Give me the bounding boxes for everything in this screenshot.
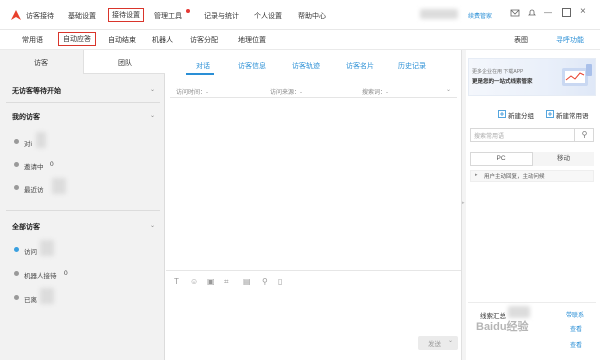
bell-icon[interactable]: [527, 8, 537, 18]
sub-auto-end[interactable]: 自动结束: [108, 35, 136, 45]
minimize-icon[interactable]: —: [544, 8, 552, 17]
left-visitor-panel: [0, 50, 165, 360]
collapse-arrow-icon[interactable]: ▸: [462, 200, 465, 206]
section-my-visitors: 我的访客: [12, 114, 40, 121]
tab-conversation[interactable]: 对话: [196, 61, 210, 71]
app-logo-icon: [11, 10, 21, 20]
bottom-link-3[interactable]: 查看: [570, 340, 582, 349]
left-status-icon: [14, 295, 19, 300]
sub-auto-reply[interactable]: 自动应答: [58, 32, 96, 46]
my-visitors-inviting[interactable]: 邀请中: [24, 161, 44, 171]
bottom-link[interactable]: 带联系: [566, 310, 584, 319]
menu-records-stats[interactable]: 记录与统计: [204, 11, 239, 21]
user-name-blurred: [420, 9, 458, 19]
close-icon[interactable]: ×: [580, 6, 586, 17]
banner-line1: 更多企业在用 下载APP: [472, 69, 524, 75]
sub-common-phrases[interactable]: 常用语: [22, 35, 43, 45]
all-visitors-robot[interactable]: 机器人接待: [24, 270, 57, 280]
search-placeholder: 搜索常用语: [474, 134, 505, 140]
banner-line2: 更是您的一站式线索管家: [472, 79, 533, 85]
inviting-count: 0: [50, 161, 54, 168]
active-tab-underline: [186, 73, 214, 75]
menu-management-tools[interactable]: 管理工具: [154, 11, 182, 21]
tab-visitor-card[interactable]: 访客名片: [346, 61, 374, 71]
recent-status-icon: [14, 185, 19, 190]
tab-history[interactable]: 历史记录: [398, 61, 426, 71]
send-label: 发送: [428, 341, 441, 348]
file-icon[interactable]: ▤: [243, 277, 251, 286]
chevron-down-icon[interactable]: ⌄: [150, 112, 155, 119]
promo-illustration-icon: [562, 64, 592, 86]
text-icon[interactable]: T: [174, 277, 179, 286]
blurred-count: [40, 240, 54, 256]
menu-personal-settings[interactable]: 个人设置: [254, 11, 282, 21]
my-visitors-recent[interactable]: 最近访: [24, 184, 44, 194]
my-visitors-chatting[interactable]: 对i: [24, 138, 32, 148]
blurred-count: [52, 178, 66, 194]
chevron-down-icon[interactable]: ⌄: [150, 86, 155, 93]
blurred-count: [36, 132, 46, 148]
voice-icon[interactable]: ▯: [278, 277, 282, 286]
menu-visitor-reception[interactable]: 访客接待: [26, 11, 54, 21]
field-visit-source: 访问来源：-: [270, 90, 302, 96]
blurred-value: [508, 306, 530, 318]
emoji-icon[interactable]: ☺: [190, 277, 198, 286]
bottom-link-2[interactable]: 查看: [570, 324, 582, 333]
section-divider: [6, 102, 160, 103]
phrase-group-label: 用户主动回复，主动问候: [484, 174, 545, 180]
send-options-icon[interactable]: ⌄: [448, 337, 453, 344]
field-search-term: 搜索词：-: [362, 90, 388, 96]
location-icon[interactable]: ⚲: [262, 277, 268, 286]
maximize-icon[interactable]: [562, 8, 571, 17]
sub-robot[interactable]: 机器人: [152, 35, 173, 45]
section-waiting: 无访客等待开始: [12, 88, 61, 95]
visiting-status-icon: [14, 247, 19, 252]
tab-pc[interactable]: PC: [470, 152, 532, 166]
field-visit-time: 访问时间：-: [176, 90, 208, 96]
expand-arrow-icon: ▸: [475, 172, 478, 178]
new-phrase-icon: [546, 110, 554, 118]
chevron-down-icon[interactable]: ⌄: [150, 222, 155, 229]
new-group-button[interactable]: 新建分组: [508, 110, 534, 120]
all-visitors-left[interactable]: 已离: [24, 294, 37, 304]
tab-mobile[interactable]: 移动: [532, 152, 594, 166]
menu-help-center[interactable]: 帮助中心: [298, 11, 326, 21]
sub-right-chart[interactable]: 表图: [514, 35, 528, 45]
blurred-count: [40, 288, 54, 304]
section-all-visitors: 全部访客: [12, 224, 40, 231]
all-visitors-visiting[interactable]: 访问: [24, 246, 37, 256]
image-icon[interactable]: ▣: [207, 277, 215, 286]
tab-visitor-trail[interactable]: 访客轨迹: [292, 61, 320, 71]
new-phrase-button[interactable]: 新建常用语: [556, 110, 589, 120]
menu-basic-settings[interactable]: 基础设置: [68, 11, 96, 21]
bottom-divider: [468, 302, 596, 303]
inviting-status-icon: [14, 162, 19, 167]
tab-team[interactable]: 团队: [118, 58, 132, 68]
input-divider: [166, 270, 461, 271]
section-divider: [6, 210, 160, 211]
mail-icon[interactable]: [510, 8, 520, 18]
top-right-link[interactable]: 续费管家: [468, 11, 492, 20]
chatting-status-icon: [14, 139, 19, 144]
expand-icon[interactable]: ⌄: [446, 86, 451, 93]
notification-dot: [186, 9, 190, 13]
sub-right-paging[interactable]: 寻呼功能: [556, 35, 584, 45]
sub-geo-location[interactable]: 地理位置: [238, 35, 266, 45]
robot-count: 0: [64, 270, 68, 277]
search-icon[interactable]: ⚲: [574, 128, 594, 142]
baidu-watermark: Baidu经验: [476, 321, 529, 333]
sub-visitor-assign[interactable]: 访客分配: [190, 35, 218, 45]
menu-reception-settings[interactable]: 接待设置: [108, 8, 144, 22]
visitor-info-row: [170, 84, 457, 98]
screenshot-icon[interactable]: ⌗: [224, 277, 229, 287]
robot-status-icon: [14, 271, 19, 276]
tab-visitors[interactable]: 访客: [34, 58, 48, 68]
tab-visitor-info[interactable]: 访客信息: [238, 61, 266, 71]
new-group-icon: [498, 110, 506, 118]
